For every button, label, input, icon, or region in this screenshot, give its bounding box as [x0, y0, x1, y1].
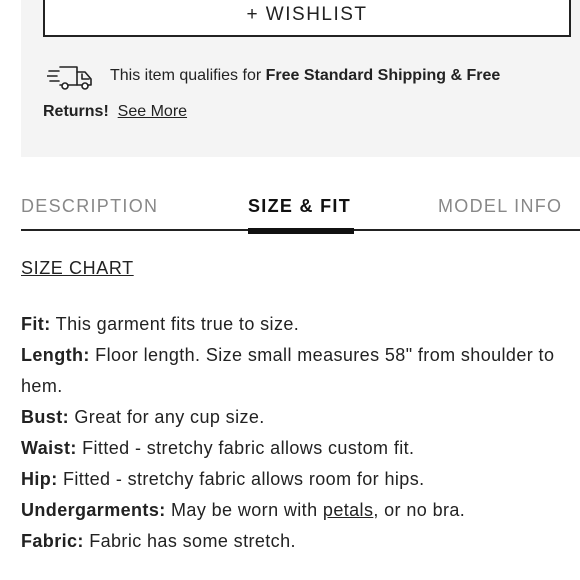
- spec-value: Great for any cup size.: [69, 407, 265, 427]
- spec-value-before: May be worn with: [165, 500, 323, 520]
- add-to-wishlist-button[interactable]: + WISHLIST: [43, 0, 571, 37]
- spec-value: Fitted - stretchy fabric allows custom f…: [76, 438, 415, 458]
- spec-undergarments: Undergarments: May be worn with petals, …: [21, 495, 561, 526]
- petals-link[interactable]: petals: [323, 500, 373, 520]
- shipping-text-line1: This item qualifies for Free Standard Sh…: [110, 67, 500, 85]
- shipping-bold-text-2: Returns!: [43, 103, 109, 120]
- spec-value: Floor length. Size small measures 58" fr…: [21, 345, 555, 396]
- spec-hip: Hip: Fitted - stretchy fabric allows roo…: [21, 464, 561, 495]
- spec-key: Fit:: [21, 314, 51, 334]
- see-more-link[interactable]: See More: [118, 103, 187, 120]
- spec-value: Fitted - stretchy fabric allows room for…: [57, 469, 425, 489]
- spec-length: Length: Floor length. Size small measure…: [21, 340, 561, 402]
- delivery-truck-icon: [47, 66, 92, 90]
- product-tabs: DESCRIPTION SIZE & FIT MODEL INFO: [21, 196, 580, 232]
- spec-key: Length:: [21, 345, 90, 365]
- spec-value: Fabric has some stretch.: [83, 531, 296, 551]
- spec-key: Fabric:: [21, 531, 84, 551]
- spec-value: This garment fits true to size.: [50, 314, 300, 334]
- active-tab-indicator: [248, 228, 354, 234]
- spec-fit: Fit: This garment fits true to size.: [21, 309, 561, 340]
- tab-size-fit[interactable]: SIZE & FIT: [248, 196, 351, 217]
- wishlist-label: + WISHLIST: [246, 3, 368, 25]
- size-fit-details: Fit: This garment fits true to size. Len…: [21, 309, 561, 557]
- size-chart-link[interactable]: SIZE CHART: [21, 258, 134, 279]
- tab-description[interactable]: DESCRIPTION: [21, 196, 158, 217]
- shipping-bold-text: Free Standard Shipping & Free: [265, 67, 501, 84]
- shipping-text-line2: Returns! See More: [43, 103, 187, 121]
- tab-model-info[interactable]: MODEL INFO: [438, 196, 562, 217]
- spec-bust: Bust: Great for any cup size.: [21, 402, 561, 433]
- spec-value-after: , or no bra.: [373, 500, 466, 520]
- spec-key: Hip:: [21, 469, 58, 489]
- spec-fabric: Fabric: Fabric has some stretch.: [21, 526, 561, 557]
- spec-waist: Waist: Fitted - stretchy fabric allows c…: [21, 433, 561, 464]
- shipping-prefix: This item qualifies for: [110, 67, 266, 84]
- spec-key: Bust:: [21, 407, 69, 427]
- spec-key: Waist:: [21, 438, 77, 458]
- spec-key: Undergarments:: [21, 500, 166, 520]
